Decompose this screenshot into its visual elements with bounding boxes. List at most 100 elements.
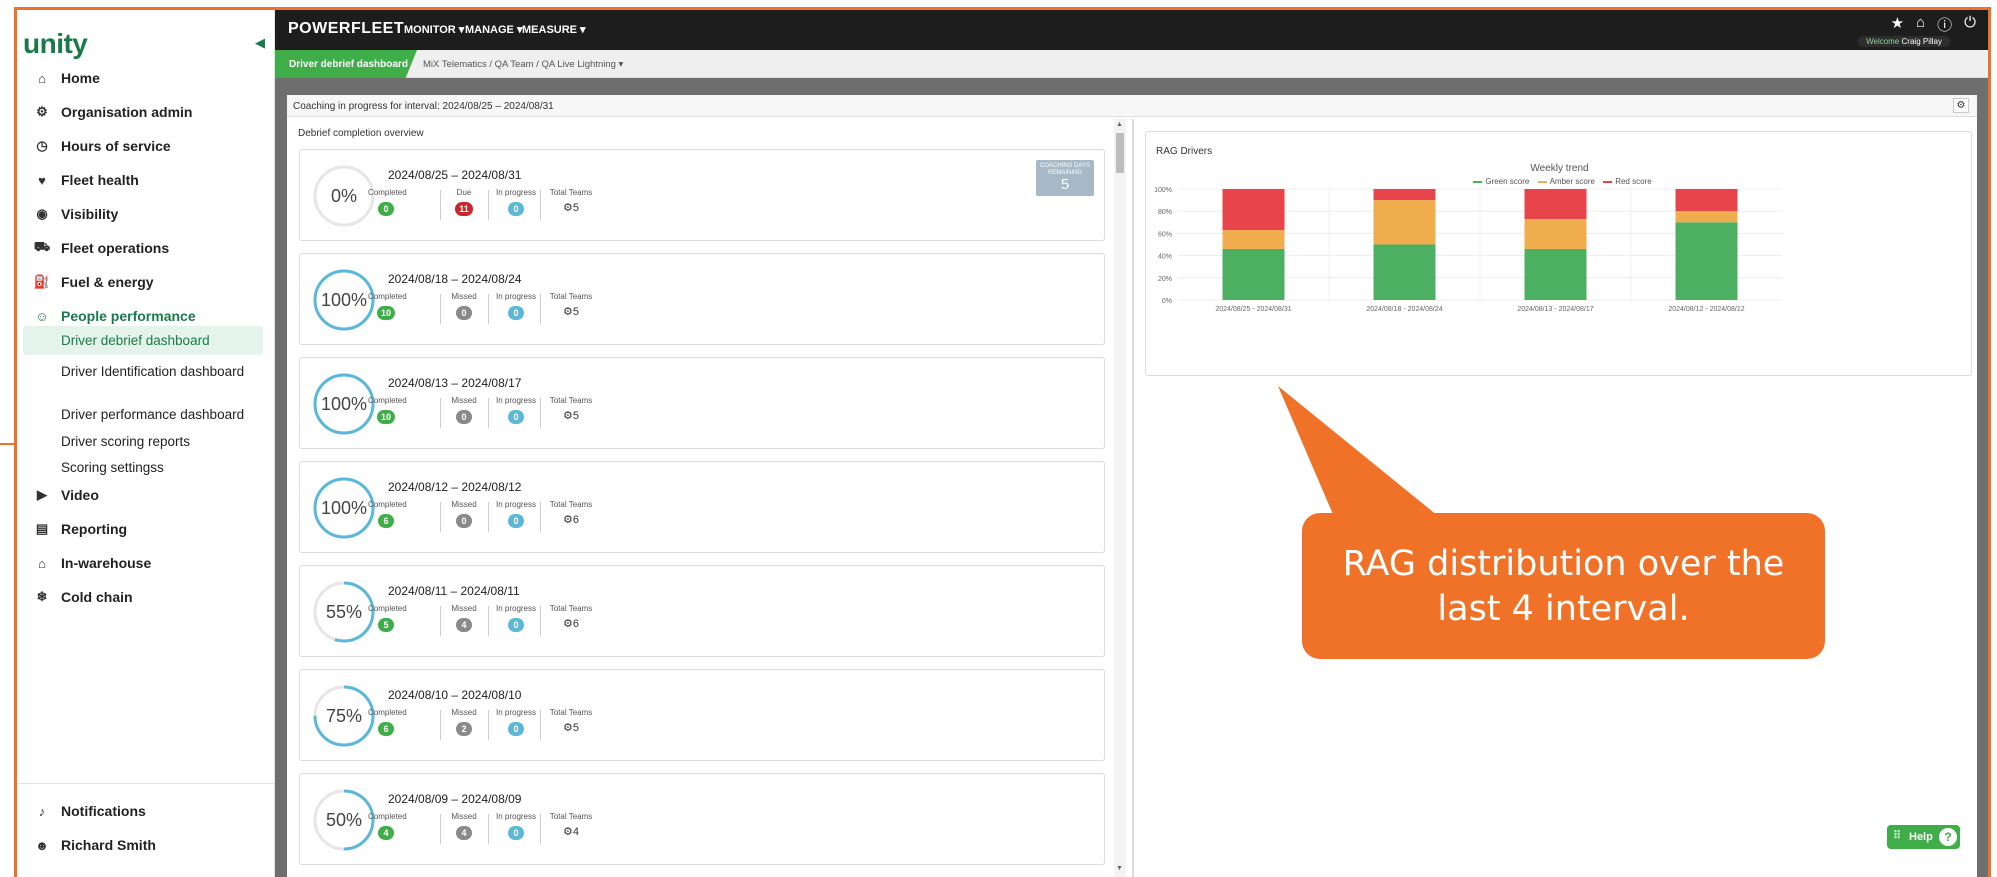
completion-percent: 75% [325, 705, 363, 726]
second-count[interactable]: 4 [456, 826, 472, 840]
second-count[interactable]: 0 [456, 410, 472, 424]
sidebar-bottom-0[interactable]: ♪ Notifications [17, 793, 267, 829]
breadcrumb-active[interactable]: Driver debrief dashboard [275, 50, 417, 78]
stat-label: In progress [495, 812, 537, 821]
stat-second: Missed 0 [446, 396, 482, 424]
card-period: 2024/08/09 – 2024/08/09 [388, 792, 522, 806]
debrief-card[interactable]: 0% 2024/08/25 – 2024/08/31 Completed 0 Due 11… [299, 149, 1105, 241]
menu-monitor[interactable]: MONITOR ▾ [404, 23, 464, 36]
debrief-card[interactable]: 50% 2024/08/09 – 2024/08/09 Completed 4 Miss… [299, 773, 1105, 865]
info-icon[interactable]: ⓘ [1937, 14, 1952, 35]
stat-label: Missed [451, 292, 477, 301]
in-progress-count[interactable]: 0 [508, 618, 524, 632]
scroll-up-icon[interactable]: ▲ [1116, 121, 1123, 128]
coaching-days-badge: COACHING DAYS REMAINING 5 [1036, 160, 1094, 196]
overview-scrollbar[interactable]: ▲ ▼ [1114, 119, 1126, 877]
completed-count[interactable]: 6 [378, 722, 394, 736]
completed-count[interactable]: 10 [376, 410, 395, 424]
menu-manage[interactable]: MANAGE ▾ [465, 23, 522, 36]
second-count[interactable]: 4 [456, 618, 472, 632]
debrief-card[interactable]: 100% 2024/08/12 – 2024/08/12 Completed 6 Mis… [299, 461, 1105, 553]
completed-count[interactable]: 5 [378, 618, 394, 632]
bar-red-score[interactable] [1675, 189, 1738, 212]
bar-green-score[interactable] [1222, 248, 1285, 300]
sidebar-item-2[interactable]: ◷ Hours of service [17, 128, 267, 164]
bar-red-score[interactable] [1524, 189, 1587, 219]
bar-amber-score[interactable] [1675, 211, 1738, 223]
in-progress-count[interactable]: 0 [508, 306, 524, 320]
second-count[interactable]: 2 [456, 722, 472, 736]
completed-count[interactable]: 10 [376, 306, 395, 320]
completion-ring: 100% [312, 372, 376, 436]
stat-completed: Completed 10 [368, 396, 407, 424]
bar-amber-score[interactable] [1373, 200, 1436, 245]
home-icon[interactable]: ⌂ [1916, 14, 1925, 35]
snowflake-icon: ❄ [36, 589, 48, 604]
completion-ring: 75% [312, 684, 376, 748]
sidebar-item-3[interactable]: ♥ Fleet health [17, 162, 267, 198]
debrief-card[interactable]: 75% 2024/08/10 – 2024/08/10 Completed 6 Miss… [299, 669, 1105, 761]
scroll-down-icon[interactable]: ▼ [1116, 865, 1123, 872]
in-progress-count[interactable]: 0 [508, 722, 524, 736]
scroll-thumb[interactable] [1116, 133, 1124, 173]
bar-red-score[interactable] [1373, 189, 1436, 201]
drag-handle-icon[interactable]: ⠿ [1893, 829, 1901, 842]
sidebar-item-6[interactable]: ⛽ Fuel & energy [17, 264, 267, 300]
completed-count[interactable]: 6 [378, 514, 394, 528]
sidebar-item-after-1[interactable]: ▤ Reporting [17, 511, 267, 547]
collapse-sidebar-icon[interactable]: ◀ [255, 35, 265, 51]
settings-gear-icon[interactable]: ⚙ [1953, 98, 1969, 113]
user-name[interactable]: Craig Pillay [1902, 37, 1942, 46]
stat-label: Total Teams [549, 396, 593, 405]
stat-in-progress: In progress 0 [488, 708, 544, 736]
power-icon[interactable]: ⏻ [1964, 14, 1976, 35]
sidebar-item-after-2[interactable]: ⌂ In-warehouse [17, 545, 267, 581]
stat-separator [440, 814, 441, 844]
debrief-card[interactable]: 100% 2024/08/13 – 2024/08/17 Completed 10 Mi… [299, 357, 1105, 449]
bar-green-score[interactable] [1524, 248, 1587, 300]
sidebar-subitem-1[interactable]: Driver Identification dashboard [23, 357, 263, 386]
bar-green-score[interactable] [1675, 222, 1738, 300]
sidebar-bottom-1[interactable]: ☻ Richard Smith [17, 827, 267, 863]
second-count[interactable]: 11 [455, 202, 473, 216]
fleet-health-icon: ♥ [38, 172, 46, 188]
sidebar-item-after-3[interactable]: ❄ Cold chain [17, 579, 267, 615]
in-progress-count[interactable]: 0 [508, 826, 524, 840]
stat-separator [440, 294, 441, 324]
completed-count[interactable]: 0 [378, 202, 394, 216]
in-progress-count[interactable]: 0 [508, 514, 524, 528]
second-count[interactable]: 0 [456, 514, 472, 528]
powerfleet-logo[interactable]: POWERFLEET [288, 20, 404, 38]
help-button[interactable]: ⠿ Help ? [1887, 825, 1960, 849]
sidebar-item-0[interactable]: ⌂ Home [17, 60, 267, 96]
bar-red-score[interactable] [1222, 189, 1285, 231]
second-count[interactable]: 0 [456, 306, 472, 320]
sidebar-item-5[interactable]: ⛟ Fleet operations [17, 230, 267, 266]
help-label: Help [1909, 831, 1933, 843]
sidebar-subitem-0[interactable]: Driver debrief dashboard [23, 326, 263, 355]
in-progress-count[interactable]: 0 [508, 410, 524, 424]
completion-ring: 0% [312, 164, 376, 228]
sidebar-item-after-0[interactable]: ▶ Video [17, 477, 267, 513]
star-icon[interactable]: ★ [1891, 14, 1904, 35]
sidebar-item-1[interactable]: ⚙ Organisation admin [17, 94, 267, 130]
sidebar-subitem-2[interactable]: Driver performance dashboard [23, 400, 263, 429]
debrief-card[interactable]: 55% 2024/08/11 – 2024/08/11 Completed 5 Miss… [299, 565, 1105, 657]
user-icon: ☻ [35, 837, 49, 853]
y-tick-label: 40% [1158, 254, 1172, 261]
breadcrumb-path[interactable]: MiX Telematics / QA Team / QA Live Light… [423, 59, 623, 70]
sidebar-item-4[interactable]: ◉ Visibility [17, 196, 267, 232]
bar-amber-score[interactable] [1222, 230, 1285, 249]
bar-amber-score[interactable] [1524, 218, 1587, 249]
debrief-card[interactable]: 100% 2024/08/18 – 2024/08/24 Completed 10 Mi… [299, 253, 1105, 345]
menu-measure[interactable]: MEASURE ▾ [522, 23, 586, 36]
in-progress-count[interactable]: 0 [508, 202, 524, 216]
sidebar-subitem-3[interactable]: Driver scoring reports [23, 427, 263, 456]
stat-separator [440, 606, 441, 636]
bar-green-score[interactable] [1373, 244, 1436, 301]
stat-separator [540, 710, 541, 740]
completed-count[interactable]: 4 [378, 826, 394, 840]
stat-separator [440, 502, 441, 532]
pane-divider[interactable] [1132, 119, 1134, 877]
unity-logo[interactable]: unity [23, 28, 88, 60]
